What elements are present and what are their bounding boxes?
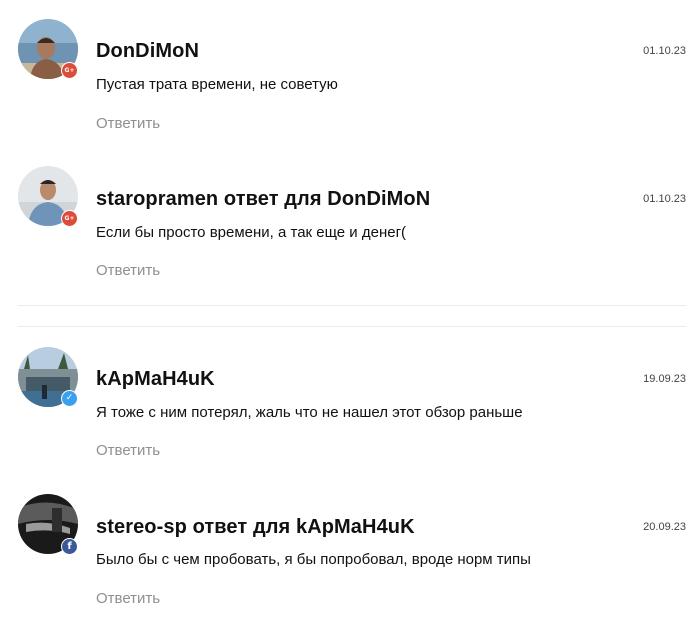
comment-author[interactable]: kApMaH4uK [96, 368, 215, 391]
comment-text: Я тоже с ним потерял, жаль что не нашел … [96, 404, 523, 421]
comment-date: 01.10.23 [643, 45, 686, 57]
thread-divider [18, 326, 686, 327]
comment-author[interactable]: DonDiMoN [96, 40, 199, 63]
comment-date: 19.09.23 [643, 373, 686, 385]
reply-button[interactable]: Ответить [96, 262, 160, 279]
thread-divider [18, 305, 686, 306]
google-plus-icon: G+ [61, 210, 78, 227]
twitter-icon: ✓ [61, 390, 78, 407]
comment-author[interactable]: stereo-sp ответ для kApMaH4uK [96, 516, 415, 539]
facebook-icon: f [61, 538, 78, 555]
comment-text: Было бы с чем пробовать, я бы попробовал… [96, 551, 531, 568]
reply-button[interactable]: Ответить [96, 115, 160, 132]
reply-button[interactable]: Ответить [96, 590, 160, 607]
comment-date: 20.09.23 [643, 521, 686, 533]
reply-button[interactable]: Ответить [96, 442, 160, 459]
comment-date: 01.10.23 [643, 193, 686, 205]
comment-author[interactable]: staropramen ответ для DonDiMoN [96, 188, 430, 211]
comment-text: Если бы просто времени, а так еще и дене… [96, 224, 407, 241]
comment-text: Пустая трата времени, не советую [96, 76, 338, 93]
google-plus-icon: G+ [61, 62, 78, 79]
